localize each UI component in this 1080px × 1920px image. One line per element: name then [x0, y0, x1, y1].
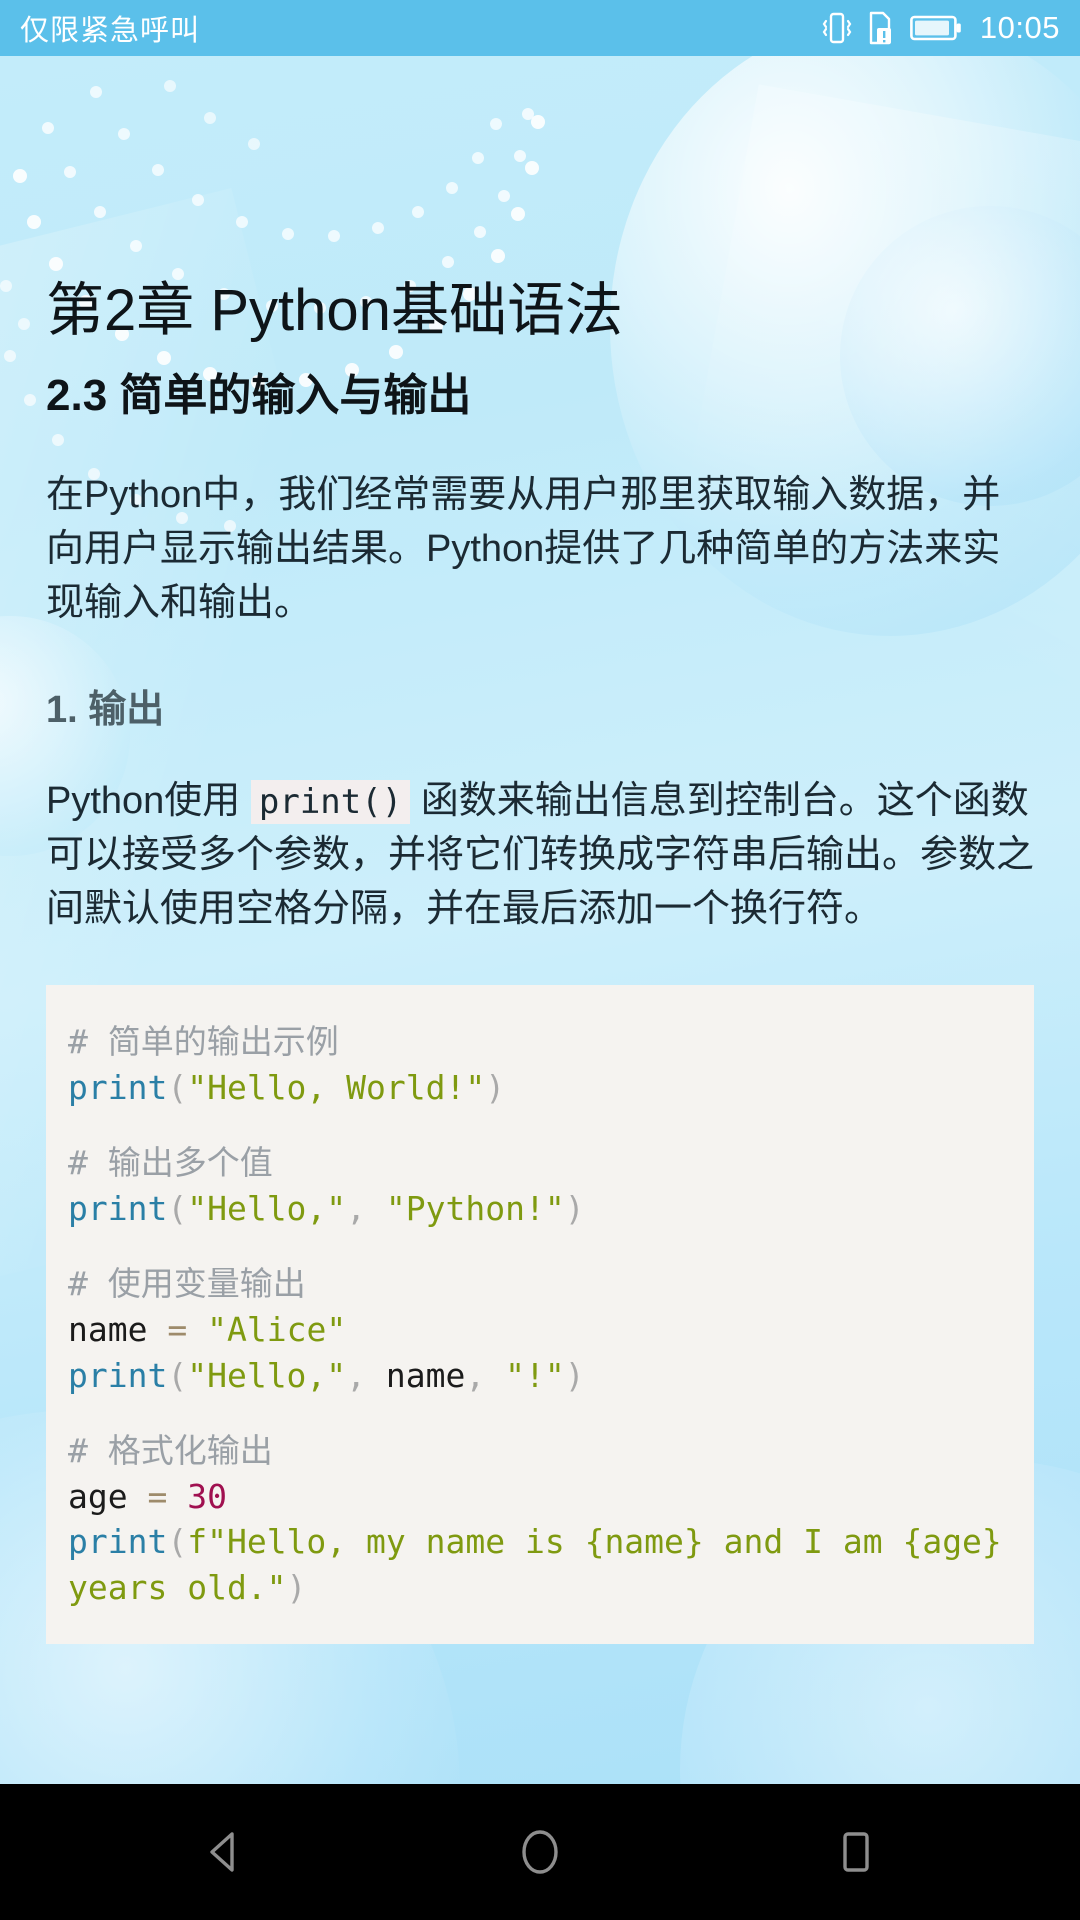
- carrier-label: 仅限紧急呼叫: [20, 15, 201, 47]
- battery-icon: [910, 15, 961, 41]
- code-group: # 使用变量输出 name = "Alice" print("Hello,", …: [68, 1264, 585, 1395]
- section-title: 2.3 简单的输入与输出: [46, 370, 472, 420]
- code-block-python[interactable]: # 简单的输出示例 print("Hello, World!") # 输出多个值 …: [46, 985, 1034, 1645]
- inline-code-print: print(): [250, 780, 411, 825]
- document-content: 第2章 Python基础语法 2.3 简单的输入与输出 在Python中，我们经…: [0, 56, 1080, 1840]
- triangle-left-icon: [210, 1832, 234, 1872]
- recents-button[interactable]: [796, 1792, 916, 1912]
- status-icons-group: 10:05: [822, 10, 1060, 46]
- home-button[interactable]: [480, 1792, 600, 1912]
- subsection-title: 1. 输出: [46, 689, 165, 732]
- navigation-bar: [0, 1784, 1080, 1920]
- status-bar: 仅限紧急呼叫 10:05: [0, 0, 1080, 56]
- circle-icon: [522, 1830, 558, 1874]
- code-group: # 简单的输出示例 print("Hello, World!"): [68, 1022, 506, 1107]
- phone-screen: 仅限紧急呼叫 10:05 第2章 Python基础语法 2.3 简单的输入与输出…: [0, 0, 1080, 1920]
- output-description-paragraph: Python使用 print() 函数来输出信息到控制台。这个函数可以接受多个参…: [46, 775, 1034, 937]
- chapter-title: 第2章 Python基础语法: [46, 278, 623, 343]
- paragraph-text-before-code: Python使用: [46, 780, 241, 823]
- code-group: # 格式化输出 age = 30 print(f"Hello, my name …: [68, 1431, 1022, 1607]
- back-button[interactable]: [164, 1792, 284, 1912]
- square-icon: [843, 1832, 869, 1872]
- status-clock: 10:05: [979, 10, 1060, 45]
- sim-card-alert-icon: [869, 11, 891, 45]
- vibrate-icon: [822, 12, 852, 44]
- code-group: # 输出多个值 print("Hello,", "Python!"): [68, 1143, 585, 1228]
- intro-paragraph: 在Python中，我们经常需要从用户那里获取输入数据，并向用户显示输出结果。Py…: [46, 473, 1001, 624]
